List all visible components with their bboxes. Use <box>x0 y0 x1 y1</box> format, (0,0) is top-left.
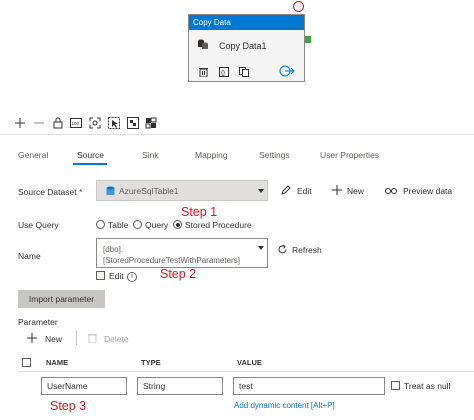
delete-icon[interactable] <box>199 67 208 79</box>
add-output-icon[interactable] <box>279 65 295 79</box>
preview-data-button[interactable]: Preview data <box>403 186 452 196</box>
radio-query-label: Query <box>145 220 169 230</box>
refresh-icon <box>277 244 288 257</box>
edit-checkbox-label: Edit <box>109 271 124 281</box>
tab-mapping[interactable]: Mapping <box>195 150 228 160</box>
new-parameter-button[interactable]: New <box>45 334 62 344</box>
plus-icon <box>27 333 37 345</box>
auto-align-icon[interactable] <box>127 117 139 129</box>
canvas-divider <box>0 134 474 135</box>
refresh-button[interactable]: Refresh <box>292 245 322 255</box>
svg-text:{}: {} <box>221 71 225 77</box>
radio-table[interactable] <box>96 220 105 229</box>
tab-settings[interactable]: Settings <box>259 150 290 160</box>
table-header-divider <box>18 371 474 372</box>
activity-name: Copy Data1 <box>219 41 267 51</box>
tab-user-properties[interactable]: User Properties <box>320 150 379 160</box>
step-2-annotation: Step 2 <box>160 267 197 281</box>
parameter-label: Parameter <box>18 317 58 327</box>
zoom-100-text: 100 <box>72 121 80 126</box>
radio-table-label: Table <box>108 220 129 230</box>
radio-stored-procedure[interactable] <box>173 220 182 229</box>
activity-type-label: Copy Data <box>189 15 304 30</box>
step-3-annotation: Step 3 <box>50 399 87 413</box>
column-header-name: NAME <box>46 358 69 367</box>
zoom-fit-icon[interactable] <box>89 117 101 129</box>
success-output-port[interactable] <box>305 36 311 43</box>
tab-sink[interactable]: Sink <box>142 150 159 160</box>
radio-query[interactable] <box>133 220 142 229</box>
add-dynamic-content-link[interactable]: Add dynamic content [Alt+P] <box>234 401 335 410</box>
lock-icon[interactable] <box>52 117 64 129</box>
name-label: Name <box>18 251 41 261</box>
toolbar-separator <box>76 331 77 345</box>
chevron-down-icon <box>258 189 264 193</box>
param-value-field[interactable]: test <box>233 377 385 395</box>
column-header-value: VALUE <box>237 358 262 367</box>
delete-icon <box>88 333 97 345</box>
sql-table-icon <box>106 186 115 198</box>
clone-icon[interactable] <box>239 67 249 79</box>
zoom-in-icon[interactable] <box>14 117 26 129</box>
required-mark: * <box>78 187 83 197</box>
edit-dataset-button[interactable]: Edit <box>297 186 312 196</box>
zoom-out-icon[interactable] <box>33 117 45 129</box>
edit-checkbox[interactable] <box>96 271 105 280</box>
new-dataset-button[interactable]: New <box>347 186 364 196</box>
treat-as-null-checkbox[interactable] <box>391 381 400 390</box>
source-dataset-label: Source Dataset * <box>18 187 83 197</box>
layers-icon[interactable] <box>145 117 157 129</box>
radio-stored-procedure-label: Stored Procedure <box>185 220 252 230</box>
preview-icon <box>385 186 397 197</box>
param-type-field[interactable]: String <box>137 377 223 395</box>
tab-general[interactable]: General <box>18 150 48 160</box>
step-1-annotation: Step 1 <box>181 205 218 219</box>
copy-database-icon <box>197 38 209 52</box>
import-parameter-button[interactable]: Import parameter <box>18 290 105 308</box>
tab-source[interactable]: Source <box>77 150 104 160</box>
plus-icon <box>332 185 342 197</box>
stored-procedure-value: [dbo]. [StoredProcedureTestWithParameter… <box>103 245 240 265</box>
delete-parameter-button[interactable]: Delete <box>104 334 129 344</box>
edit-icon <box>281 185 291 197</box>
use-query-label: Use Query <box>18 220 59 230</box>
source-dataset-value: AzureSqlTable1 <box>119 186 179 196</box>
code-icon[interactable]: {} <box>219 67 229 79</box>
active-tab-indicator <box>73 163 107 165</box>
chevron-down-icon <box>258 246 264 250</box>
select-all-checkbox[interactable] <box>22 358 31 367</box>
param-name-field[interactable]: UserName <box>41 377 127 395</box>
validation-indicator-icon <box>293 1 304 12</box>
zoom-100-icon[interactable]: 100 <box>70 117 82 129</box>
treat-as-null-label: Treat as null <box>404 381 451 391</box>
column-header-type: TYPE <box>141 358 161 367</box>
info-icon: i <box>127 272 137 282</box>
select-icon[interactable] <box>108 117 120 129</box>
